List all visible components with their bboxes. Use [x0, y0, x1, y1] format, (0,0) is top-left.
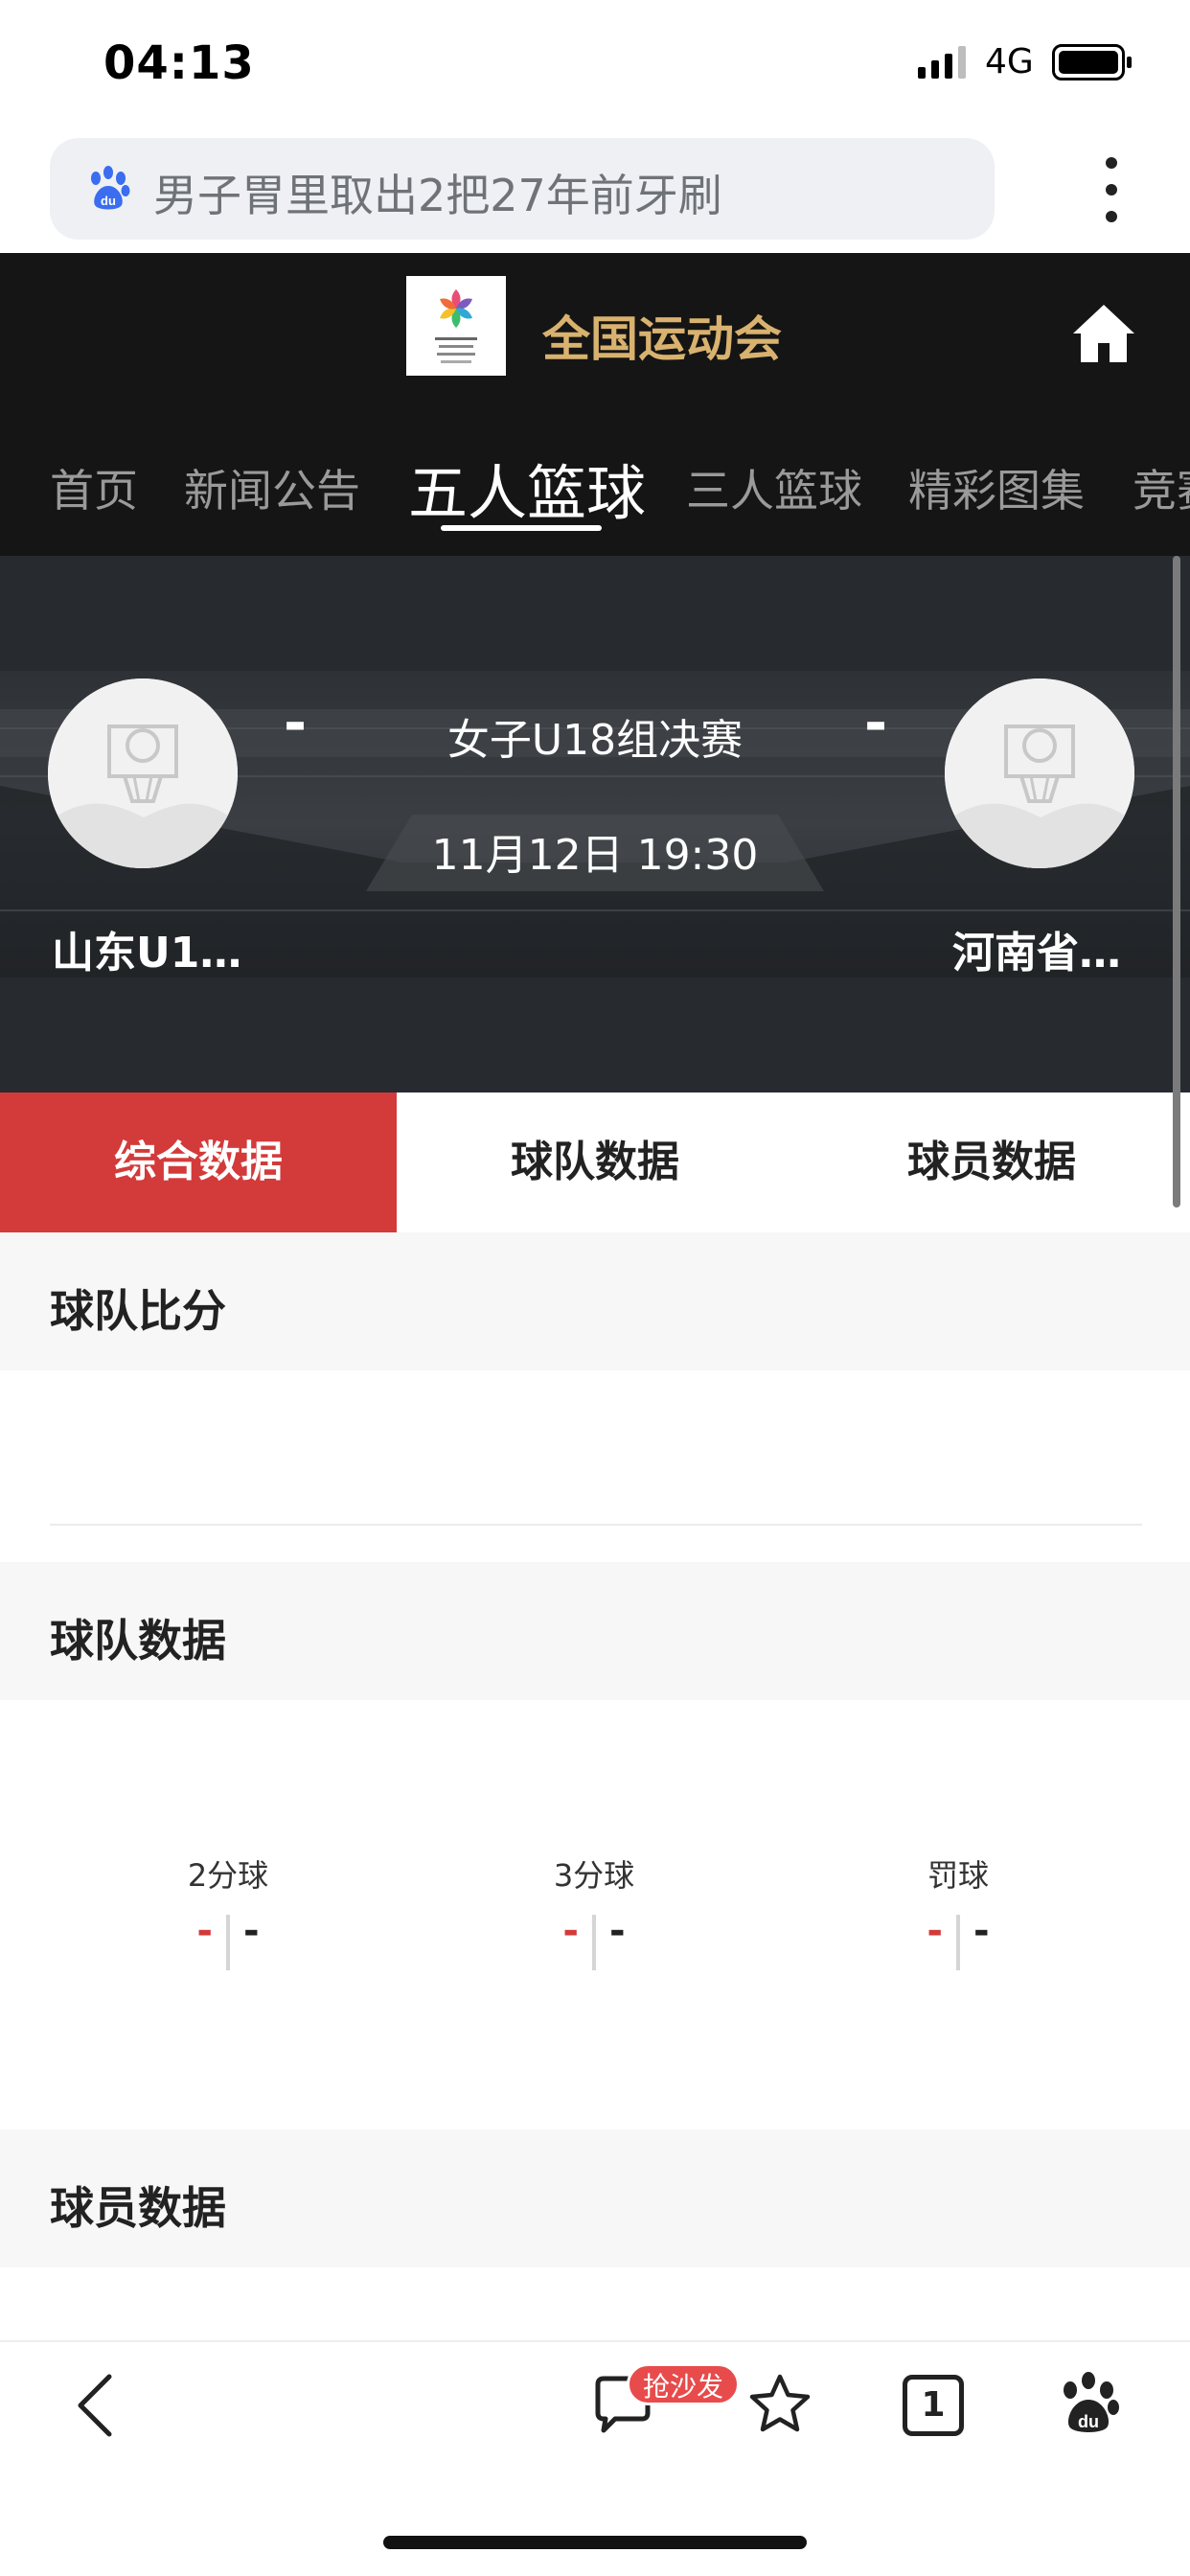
- tab-overall-data[interactable]: 综合数据: [0, 1092, 397, 1232]
- nav-tabs: 首页 新闻公告 五人篮球 三人篮球 精彩图集 竞赛: [0, 450, 1190, 533]
- stat-values: - -: [814, 1909, 1102, 1972]
- baidu-paw-icon[interactable]: du: [1054, 2369, 1123, 2438]
- tab-3v3-basketball[interactable]: 三人篮球: [686, 456, 862, 519]
- tab-5v5-basketball[interactable]: 五人篮球: [408, 450, 646, 531]
- tab-competition[interactable]: 竞赛: [1133, 456, 1190, 519]
- match-time: 11月12日 19:30: [431, 831, 759, 880]
- svg-text:du: du: [1078, 2412, 1099, 2431]
- status-bar: 04:13 4G: [0, 0, 1190, 129]
- search-query: 男子胃里取出2把27年前牙刷: [153, 170, 722, 221]
- match-title: 女子U18组决赛: [446, 716, 744, 765]
- more-vertical-icon[interactable]: [1092, 153, 1131, 226]
- stat-right-value: -: [609, 1909, 626, 1953]
- section-team-score: 球队比分: [0, 1232, 1190, 1370]
- stat-values: - -: [84, 1909, 372, 1972]
- section-player-data: 球员数据: [0, 2129, 1190, 2267]
- active-tab-indicator: [441, 525, 602, 531]
- stat-label: 3分球: [553, 1857, 635, 1894]
- stat-separator: [956, 1915, 960, 1970]
- tab-player-data[interactable]: 球员数据: [793, 1092, 1190, 1232]
- tabs-count-icon[interactable]: 1: [903, 2375, 964, 2436]
- search-bar[interactable]: du 男子胃里取出2把27年前牙刷: [50, 138, 995, 240]
- stat-values: - -: [450, 1909, 738, 1972]
- tab-home[interactable]: 首页: [50, 456, 138, 519]
- sofa-badge[interactable]: 抢沙发: [627, 2363, 741, 2405]
- scrollbar[interactable]: [1173, 556, 1180, 1208]
- home-indicator: [383, 2536, 807, 2549]
- section-title: 球员数据: [50, 2182, 226, 2234]
- divider: [50, 1524, 1142, 1526]
- tabs-count: 1: [921, 2385, 946, 2425]
- star-icon[interactable]: [745, 2371, 814, 2440]
- svg-text:du: du: [101, 194, 116, 208]
- stat-label: 2分球: [187, 1857, 269, 1894]
- stat-left-value: -: [196, 1909, 213, 1953]
- stat-label: 罚球: [927, 1857, 989, 1894]
- section-title: 球队比分: [50, 1285, 226, 1337]
- stat-two-pointers: 2分球 - -: [84, 1852, 372, 1972]
- stat-separator: [226, 1915, 230, 1970]
- tab-gallery[interactable]: 精彩图集: [908, 456, 1085, 519]
- home-icon[interactable]: [1069, 299, 1138, 368]
- tab-news[interactable]: 新闻公告: [184, 456, 360, 519]
- network-type: 4G: [985, 42, 1034, 81]
- stat-left-value: -: [927, 1909, 943, 1953]
- section-team-data: 球队数据: [0, 1562, 1190, 1700]
- back-icon[interactable]: [63, 2371, 132, 2440]
- signal-icon: [918, 46, 966, 79]
- team-left-name: 山东U1…: [52, 929, 242, 978]
- stat-left-value: -: [562, 1909, 579, 1953]
- site-title: 全国运动会: [542, 311, 782, 367]
- stat-right-value: -: [243, 1909, 260, 1953]
- stat-separator: [592, 1915, 596, 1970]
- stat-three-pointers: 3分球 - -: [450, 1852, 738, 1972]
- national-games-logo: [406, 276, 506, 376]
- status-time: 04:13: [103, 36, 255, 90]
- section-title: 球队数据: [50, 1615, 226, 1667]
- tab-team-data[interactable]: 球队数据: [397, 1092, 793, 1232]
- data-tabs: 综合数据 球队数据 球员数据: [0, 1092, 1190, 1232]
- stat-free-throws: 罚球 - -: [814, 1852, 1102, 1972]
- stat-right-value: -: [973, 1909, 990, 1953]
- battery-icon: [1052, 44, 1132, 80]
- team-right-name: 河南省…: [952, 929, 1121, 978]
- baidu-paw-icon: du: [91, 166, 130, 210]
